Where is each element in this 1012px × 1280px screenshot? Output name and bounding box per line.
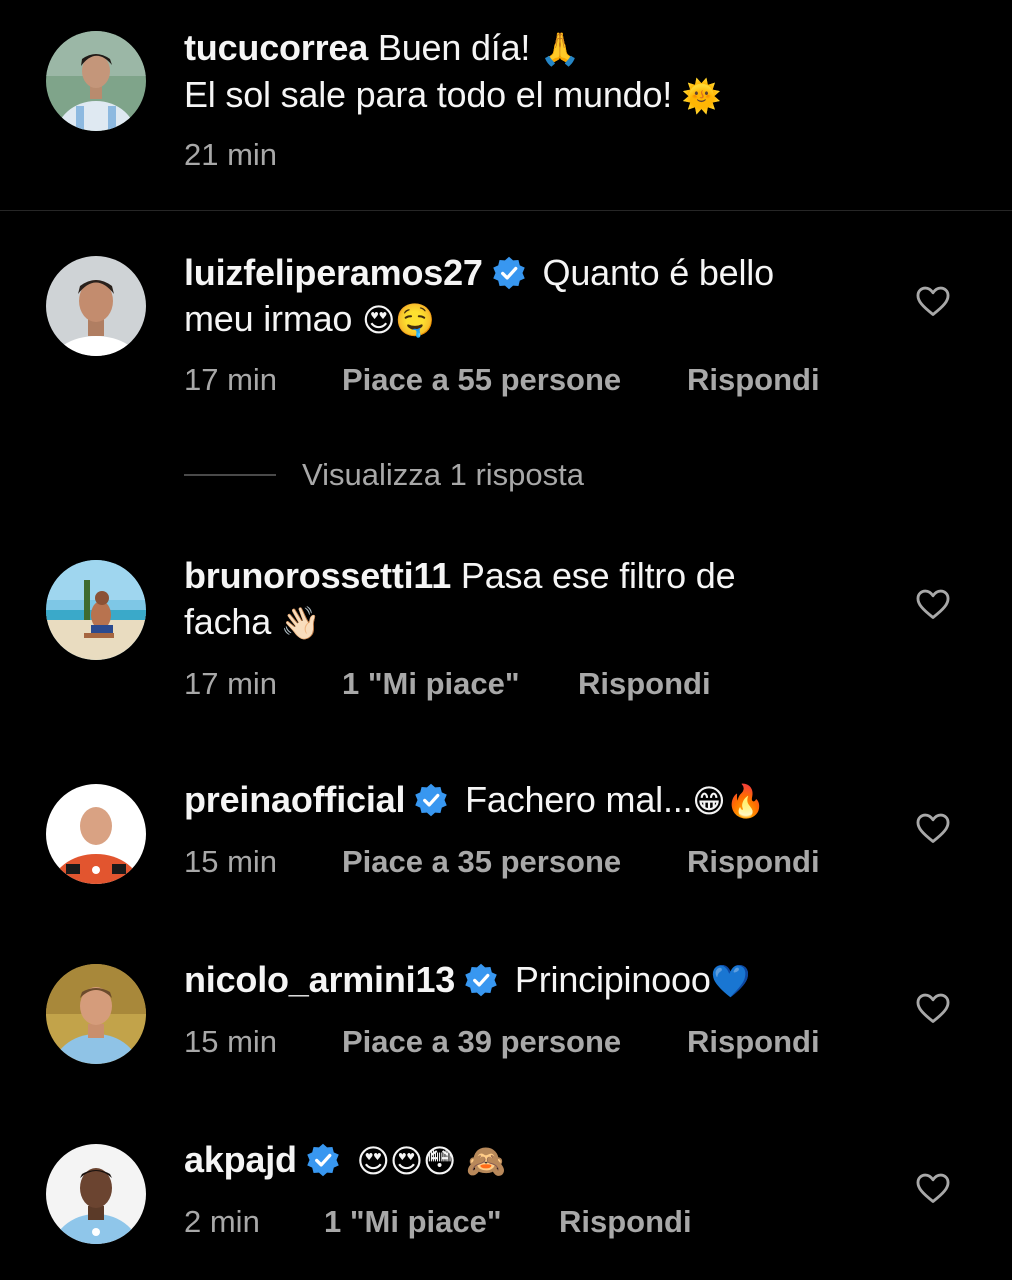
comment-meta: 2 min 1 "Mi piace" Rispondi <box>184 1202 884 1242</box>
reply-button[interactable]: Rispondi <box>687 1022 820 1062</box>
comment-body: Principinooo <box>514 959 711 1000</box>
avatar[interactable] <box>46 784 146 884</box>
verified-badge-icon <box>305 1142 341 1178</box>
comment-body: Fachero mal... <box>465 779 693 820</box>
comment-emojis: 👋🏻 <box>280 604 321 642</box>
avatar[interactable] <box>46 964 146 1064</box>
reply-button[interactable]: Rispondi <box>687 842 820 882</box>
comment-likes[interactable]: 1 "Mi piace" <box>324 1202 502 1242</box>
caption-line2: El sol sale para todo el mundo! <box>184 74 673 115</box>
view-replies-label[interactable]: Visualizza 1 risposta <box>302 455 584 495</box>
heart-outline-icon[interactable] <box>914 585 952 623</box>
comment-username[interactable]: nicolo_armini13 <box>184 959 455 1000</box>
comment-username[interactable]: akpajd <box>184 1139 297 1180</box>
comment-time: 15 min <box>184 1024 278 1059</box>
comment-text: preinaofficial Fachero mal...😁🔥 <box>184 777 844 824</box>
comment-body: Pasa ese filtro de <box>460 555 736 596</box>
avatar-photo <box>46 1144 146 1244</box>
comment-text: akpajd 😍😍😳 🙈 <box>184 1137 844 1184</box>
comment-likes[interactable]: Piace a 35 persone <box>342 842 621 882</box>
caption-time: 21 min <box>184 137 278 172</box>
comment-time: 15 min <box>184 844 278 879</box>
comment-meta: 15 min Piace a 39 persone Rispondi <box>184 1022 884 1062</box>
view-replies-line <box>184 474 276 476</box>
comment-body: Quanto é bello <box>542 252 775 293</box>
comment-emojis: 😍🤤 <box>362 301 435 339</box>
comment-time: 2 min <box>184 1204 260 1239</box>
avatar-photo <box>46 784 146 884</box>
avatar[interactable] <box>46 560 146 660</box>
avatar[interactable] <box>46 1144 146 1244</box>
heart-outline-icon[interactable] <box>914 989 952 1027</box>
comment-likes[interactable]: Piace a 55 persone <box>342 360 621 400</box>
comment-text: luizfeliperamos27 Quanto é bello meu irm… <box>184 250 844 343</box>
caption-emoji-pray: 🙏 <box>540 30 580 68</box>
comment-body-line2: facha <box>184 601 272 642</box>
comment-emojis: 😍😍😳 🙈 <box>356 1142 506 1180</box>
heart-outline-icon[interactable] <box>914 1169 952 1207</box>
comment-meta: 15 min Piace a 35 persone Rispondi <box>184 842 884 882</box>
heart-outline-icon[interactable] <box>914 282 952 320</box>
verified-badge-icon <box>413 782 449 818</box>
avatar-photo <box>46 31 146 131</box>
comment-body-line2: meu irmao <box>184 298 353 339</box>
post-caption: tucucorrea Buen día! 🙏 El sol sale para … <box>0 0 1012 210</box>
avatar[interactable] <box>46 31 146 131</box>
comment-emojis: 😁🔥 <box>692 782 766 820</box>
comment-username[interactable]: brunorossetti11 <box>184 555 451 596</box>
comment-username[interactable]: luizfeliperamos27 <box>184 252 483 293</box>
caption-divider <box>0 210 1012 211</box>
verified-badge-icon <box>463 962 499 998</box>
comment-text: nicolo_armini13 Principinooo💙 <box>184 957 844 1004</box>
caption-text: tucucorrea Buen día! 🙏 El sol sale para … <box>184 25 844 119</box>
comment-emojis: 💙 <box>710 962 751 1000</box>
comment-likes[interactable]: 1 "Mi piace" <box>342 664 520 704</box>
caption-username[interactable]: tucucorrea <box>184 27 368 68</box>
avatar-photo <box>46 256 146 356</box>
reply-button[interactable]: Rispondi <box>578 664 711 704</box>
comment-time: 17 min <box>184 362 278 397</box>
view-replies-button[interactable]: Visualizza 1 risposta <box>184 455 684 495</box>
heart-outline-icon[interactable] <box>914 809 952 847</box>
avatar-photo <box>46 964 146 1064</box>
avatar[interactable] <box>46 256 146 356</box>
comment-meta: 17 min Piace a 55 persone Rispondi <box>184 360 884 400</box>
comment-meta: 17 min 1 "Mi piace" Rispondi <box>184 664 884 704</box>
comment-time: 17 min <box>184 666 278 701</box>
avatar-photo <box>46 560 146 660</box>
comment-likes[interactable]: Piace a 39 persone <box>342 1022 621 1062</box>
caption-line1: Buen día! <box>377 27 531 68</box>
verified-badge-icon <box>491 255 527 291</box>
caption-emoji-sun: 🌞 <box>681 77 722 115</box>
reply-button[interactable]: Rispondi <box>559 1202 692 1242</box>
comment-username[interactable]: preinaofficial <box>184 779 405 820</box>
reply-button[interactable]: Rispondi <box>687 360 820 400</box>
comment-text: brunorossetti11 Pasa ese filtro de facha… <box>184 553 844 646</box>
